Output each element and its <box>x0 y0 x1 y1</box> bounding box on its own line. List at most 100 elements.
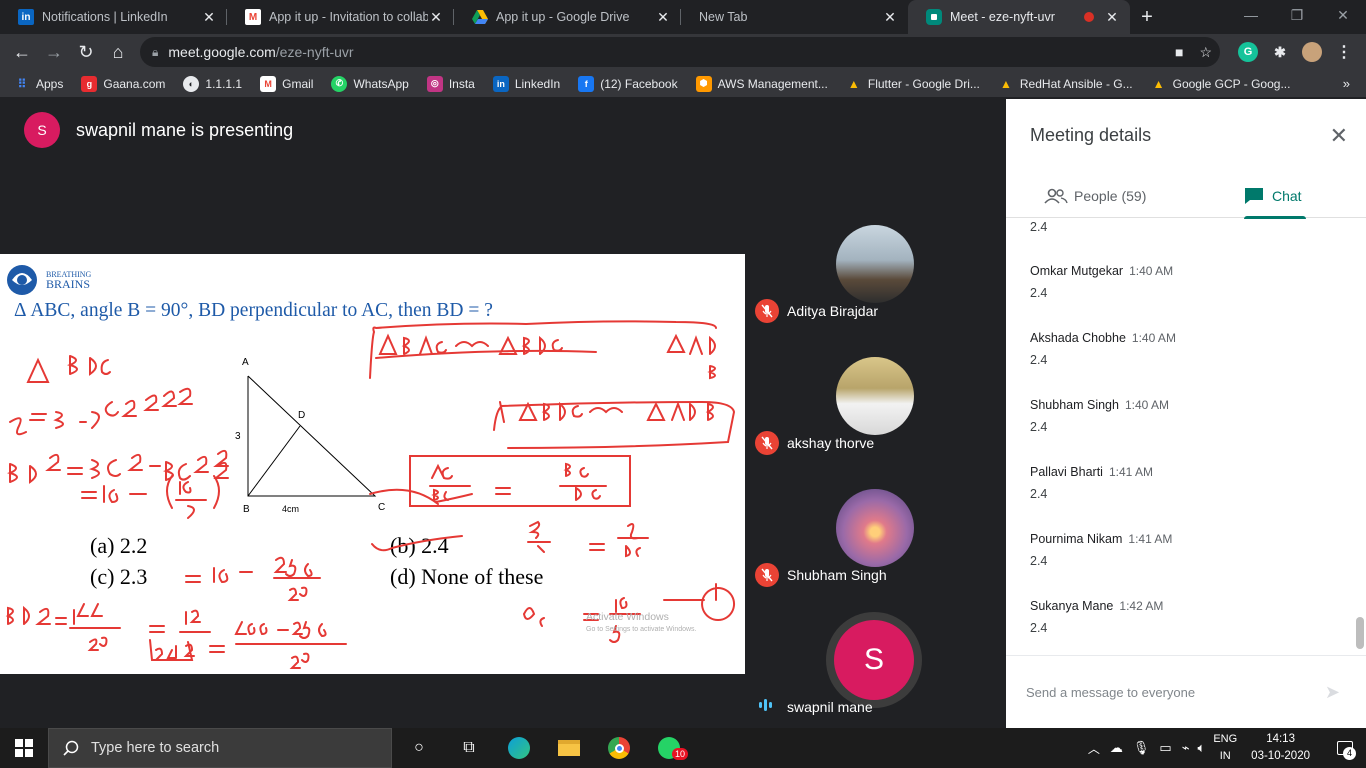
chat-input[interactable]: Send a message to everyone <box>1026 685 1336 700</box>
home-icon[interactable]: ⌂ <box>102 36 134 68</box>
drive-icon: ▲ <box>1152 76 1165 91</box>
tab-chat[interactable]: Chat <box>1244 174 1306 219</box>
participant-tile[interactable]: S swapnil mane <box>745 595 1006 727</box>
tab-gmail[interactable]: M App it up - Invitation to collab ✕ <box>227 0 454 34</box>
bookmark-facebook[interactable]: f (12) Facebook <box>578 75 678 92</box>
tab-title: Meet - eze-nyft-uvr <box>950 10 1055 24</box>
tab-title: App it up - Google Drive <box>496 10 630 24</box>
participant-photo <box>836 357 914 435</box>
action-center-icon[interactable]: 4 <box>1330 728 1360 768</box>
list-item: Sukanya Mane 1:42 AM 2.4 <box>1030 597 1163 635</box>
bookmark-flutter-drive[interactable]: ▲ Flutter - Google Dri... <box>846 76 980 92</box>
search-placeholder: Type here to search <box>91 740 220 756</box>
message-time: 1:40 AM <box>1124 398 1169 412</box>
tab-people[interactable]: People (59) <box>1044 174 1146 218</box>
close-icon[interactable]: ✕ <box>1330 123 1348 149</box>
reload-icon[interactable]: ↻ <box>70 36 102 68</box>
bookmark-ansible-drive[interactable]: ▲ RedHat Ansible - G... <box>998 76 1133 92</box>
message-text: 2.4 <box>1030 420 1048 434</box>
bookmark-gcp-drive[interactable]: ▲ Google GCP - Goog... <box>1151 76 1291 92</box>
tab-new-tab[interactable]: New Tab ✕ <box>681 0 908 34</box>
bookmark-gmail[interactable]: M Gmail <box>260 75 314 92</box>
forward-icon[interactable]: → <box>38 36 70 68</box>
cortana-icon[interactable]: ○ <box>394 728 444 768</box>
meet-stage: S swapnil mane is presenting BREATHING B… <box>0 99 1006 728</box>
close-window-icon[interactable]: ✕ <box>1320 0 1366 30</box>
chat-message-text: 2.4 <box>1030 218 1047 234</box>
profile-avatar[interactable] <box>1302 42 1322 62</box>
label-d: D <box>298 410 305 421</box>
participant-tile[interactable]: Aditya Birajdar <box>745 199 1006 331</box>
star-icon[interactable]: ☆ <box>1199 44 1212 61</box>
bookmark-label: Google GCP - Goog... <box>1172 76 1291 91</box>
list-item: Pallavi Bharti 1:41 AM 2.4 <box>1030 463 1153 501</box>
participant-tile[interactable]: Shubham Singh <box>745 463 1006 595</box>
bookmark-apps[interactable]: ⠿ Apps <box>14 76 64 92</box>
volume-icon[interactable]: 🔈︎ <box>1198 740 1206 756</box>
notification-badge: 10 <box>672 748 689 760</box>
tab-meet[interactable]: Meet - eze-nyft-uvr ✕ <box>908 0 1130 34</box>
bookmark-label: Apps <box>36 76 64 91</box>
extensions-puzzle-icon[interactable]: ✱ <box>1270 42 1290 62</box>
close-icon[interactable]: ✕ <box>882 9 898 26</box>
battery-icon[interactable]: ▭ <box>1159 740 1171 756</box>
browser-toolbar: ← → ↻ ⌂ 🔒︎ meet.google.com/eze-nyft-uvr … <box>0 34 1366 70</box>
close-icon[interactable]: ✕ <box>1104 9 1120 26</box>
address-bar[interactable]: 🔒︎ meet.google.com/eze-nyft-uvr ■ ☆ <box>140 37 1220 67</box>
chevron-more-icon[interactable]: » <box>1343 76 1350 91</box>
send-icon[interactable]: ➤ <box>1325 682 1340 703</box>
question-text: Δ ABC, angle B = 90°, BD perpendicular t… <box>14 300 493 321</box>
recording-indicator-icon <box>1084 12 1094 22</box>
participant-name: swapnil mane <box>787 699 873 715</box>
chat-scrollbar[interactable] <box>1356 617 1364 649</box>
close-icon[interactable]: ✕ <box>655 9 671 26</box>
back-icon[interactable]: ← <box>6 36 38 68</box>
minimize-icon[interactable]: — <box>1228 0 1274 30</box>
bookmark-label: AWS Management... <box>717 76 828 91</box>
close-icon[interactable]: ✕ <box>428 9 444 26</box>
avatar: S <box>24 112 60 148</box>
bookmark-linkedin[interactable]: in LinkedIn <box>492 75 560 92</box>
bookmark-label: Gmail <box>282 76 314 91</box>
bookmark-label: Flutter - Google Dri... <box>867 76 980 91</box>
edge-icon[interactable] <box>494 728 544 768</box>
brand-logo <box>7 265 37 295</box>
activate-windows-hint: Go to Settings to activate Windows. <box>586 626 697 633</box>
clock[interactable]: 14:13 03-10-2020 <box>1251 731 1310 765</box>
participant-tile[interactable]: akshay thorve <box>745 331 1006 463</box>
menu-dots-icon[interactable]: ⋮ <box>1334 42 1354 62</box>
participant-strip: Aditya Birajdar akshay thorve Shubham Si… <box>745 199 1006 728</box>
tab-linkedin[interactable]: in Notifications | LinkedIn ✕ <box>0 0 227 34</box>
sender-name: Akshada Chobhe <box>1030 331 1126 345</box>
file-explorer-icon[interactable] <box>544 728 594 768</box>
bookmark-gaana[interactable]: g Gaana.com <box>81 75 165 92</box>
close-icon[interactable]: ✕ <box>201 9 217 26</box>
camera-icon[interactable]: ■ <box>1175 44 1183 61</box>
onedrive-cloud-icon[interactable]: ☁ <box>1110 740 1123 756</box>
taskbar-search[interactable]: Type here to search <box>48 728 392 768</box>
network-icon[interactable]: ⌁ <box>1182 740 1190 756</box>
grammarly-icon[interactable]: G <box>1238 42 1258 62</box>
chat-message-list: 2.4 Omkar Mutgekar 1:40 AM 2.4 Akshada Ch… <box>1006 218 1356 655</box>
bookmark-1111[interactable]: ◐ 1.1.1.1 <box>183 75 242 92</box>
windows-start-icon[interactable] <box>0 728 48 768</box>
whatsapp-icon[interactable]: 10 <box>644 728 694 768</box>
chevron-up-icon[interactable]: ︿ <box>1088 740 1100 757</box>
chrome-icon[interactable] <box>594 728 644 768</box>
list-item: Shubham Singh 1:40 AM 2.4 <box>1030 396 1169 434</box>
sender-name: Pallavi Bharti <box>1030 465 1103 479</box>
new-tab-button[interactable]: + <box>1130 0 1164 34</box>
bookmark-aws[interactable]: ⬢ AWS Management... <box>695 75 828 92</box>
bookmark-insta[interactable]: ◎ Insta <box>426 75 475 92</box>
message-text: 2.4 <box>1030 554 1048 568</box>
restore-icon[interactable]: ❐ <box>1274 0 1320 30</box>
microphone-icon[interactable]: 🎙︎ <box>1133 740 1150 756</box>
language-indicator[interactable]: ENG IN <box>1213 731 1237 765</box>
bookmark-label: RedHat Ansible - G... <box>1019 76 1133 91</box>
tab-drive[interactable]: App it up - Google Drive ✕ <box>454 0 681 34</box>
task-view-icon[interactable]: ⧉ <box>444 728 494 768</box>
sender-name: Shubham Singh <box>1030 398 1119 412</box>
bookmark-whatsapp[interactable]: ✆ WhatsApp <box>331 75 409 92</box>
tab-strip: in Notifications | LinkedIn ✕ M App it u… <box>0 0 1366 34</box>
taskbar: Type here to search ○ ⧉ 10 ︿ ☁ 🎙︎ ▭ ⌁ 🔈︎… <box>0 728 1366 768</box>
